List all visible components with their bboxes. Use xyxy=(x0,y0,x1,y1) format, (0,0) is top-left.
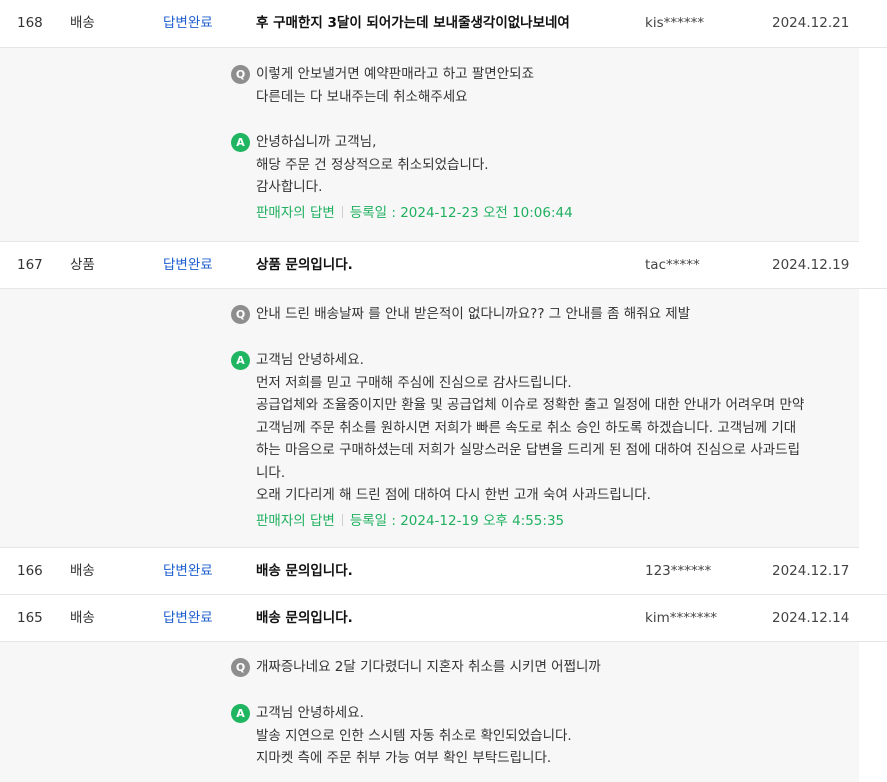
qna-row[interactable]: 166 배송 답변완료 배송 문의입니다. 123****** 2024.12.… xyxy=(0,548,887,595)
answer-meta: 판매자의 답변 등록일 : 2024-12-23 오전 10:06:44 xyxy=(256,203,573,223)
answer-line: 오래 기다리게 해 드린 점에 대하여 다시 한번 고개 숙여 사과드립니다. xyxy=(256,487,651,503)
qna-status: 답변완료 xyxy=(163,610,213,626)
seller-answer-label: 판매자의 답변 xyxy=(256,513,335,529)
answer-line: 먼저 저희를 믿고 구매해 주심에 진심으로 감사드립니다. xyxy=(256,374,572,391)
qna-number: 166 xyxy=(17,563,43,579)
qna-status: 답변완료 xyxy=(163,257,213,273)
answer-line: 고객님께 주문 취소를 원하시면 저희가 빠른 속도로 취소 승인 하도록 하겠… xyxy=(256,419,797,436)
answer-badge-icon: A xyxy=(231,351,250,370)
qna-category: 상품 xyxy=(70,257,95,273)
question-line: 안내 드린 배송날짜 를 안내 받은적이 없다니까요?? 그 안내를 좀 해줘요… xyxy=(256,306,691,322)
question-badge-icon: Q xyxy=(231,65,250,84)
answer-badge-icon: A xyxy=(231,704,250,723)
qna-status: 답변완료 xyxy=(163,563,213,579)
qna-date: 2024.12.17 xyxy=(772,563,850,579)
qna-category: 배송 xyxy=(70,610,95,626)
answer-line: 지마켓 측에 주문 취부 가능 여부 확인 부탁드립니다. xyxy=(256,750,552,766)
qna-row[interactable]: 167 상품 답변완료 상품 문의입니다. tac***** 2024.12.1… xyxy=(0,242,887,289)
qna-author: kim******* xyxy=(645,610,717,626)
qna-category: 배송 xyxy=(70,563,95,579)
answer-line: 고객님 안녕하세요. xyxy=(256,352,364,368)
qna-title[interactable]: 배송 문의입니다. xyxy=(256,548,353,594)
answer-line: 고객님 안녕하세요. xyxy=(256,705,364,721)
qna-number: 167 xyxy=(17,257,43,273)
seller-answer-label: 판매자의 답변 xyxy=(256,205,335,221)
divider xyxy=(341,206,343,218)
answer-line: 안녕하십니까 고객님, xyxy=(256,134,377,150)
answer-line: 해당 주문 건 정상적으로 취소되었습니다. xyxy=(256,156,489,173)
answer-line: 니다. xyxy=(256,464,286,481)
answer-registered-date: 등록일 : 2024-12-19 오후 4:55:35 xyxy=(349,513,565,529)
question-line: 이렇게 안보낼거면 예약판매라고 하고 팔면안되죠 xyxy=(256,66,534,82)
answer-registered-date: 등록일 : 2024-12-23 오전 10:06:44 xyxy=(349,205,573,221)
divider xyxy=(341,514,343,526)
qna-row[interactable]: 168 배송 답변완료 후 구매한지 3달이 되어가는데 보내줄생각이없나보네여… xyxy=(0,0,887,48)
qna-title[interactable]: 배송 문의입니다. xyxy=(256,595,353,641)
qna-detail: Q 개짜증나네요 2달 기다렸더니 지혼자 취소를 시키면 어쩝니까 A 고객님… xyxy=(0,642,859,782)
qna-list: 168 배송 답변완료 후 구매한지 3달이 되어가는데 보내줄생각이없나보네여… xyxy=(0,0,887,782)
question-line: 다른데는 다 보내주는데 취소해주세요 xyxy=(256,88,468,105)
qna-date: 2024.12.21 xyxy=(772,15,850,31)
qna-title[interactable]: 후 구매한지 3달이 되어가는데 보내줄생각이없나보네여 xyxy=(256,0,570,46)
qna-category: 배송 xyxy=(70,15,95,31)
qna-author: 123****** xyxy=(645,563,712,579)
qna-number: 168 xyxy=(17,15,43,31)
question-badge-icon: Q xyxy=(231,658,250,677)
answer-meta: 판매자의 답변 등록일 : 2024-12-19 오후 4:55:35 xyxy=(256,511,564,531)
answer-line: 공급업체와 조율중이지만 환율 및 공급업체 이슈로 정확한 출고 일정에 대한… xyxy=(256,397,805,413)
answer-line: 발송 지연으로 인한 스시템 자동 취소로 확인되었습니다. xyxy=(256,727,572,744)
answer-line: 감사합니다. xyxy=(256,179,323,195)
question-line: 개짜증나네요 2달 기다렸더니 지혼자 취소를 시키면 어쩝니까 xyxy=(256,659,601,675)
qna-date: 2024.12.19 xyxy=(772,257,850,273)
qna-title[interactable]: 상품 문의입니다. xyxy=(256,242,353,288)
answer-line: 하는 마음으로 구매하셨는데 저희가 실망스러운 답변을 드리게 된 점에 대하… xyxy=(256,442,801,458)
answer-badge-icon: A xyxy=(231,133,250,152)
qna-number: 165 xyxy=(17,610,43,626)
qna-author: tac***** xyxy=(645,257,700,273)
qna-status: 답변완료 xyxy=(163,15,213,31)
qna-detail: Q 이렇게 안보낼거면 예약판매라고 하고 팔면안되죠 다른데는 다 보내주는데… xyxy=(0,48,859,242)
qna-detail: Q 안내 드린 배송날짜 를 안내 받은적이 없다니까요?? 그 안내를 좀 해… xyxy=(0,289,859,548)
qna-author: kis****** xyxy=(645,15,705,31)
qna-date: 2024.12.14 xyxy=(772,610,850,626)
qna-row[interactable]: 165 배송 답변완료 배송 문의입니다. kim******* 2024.12… xyxy=(0,595,887,642)
question-badge-icon: Q xyxy=(231,305,250,324)
